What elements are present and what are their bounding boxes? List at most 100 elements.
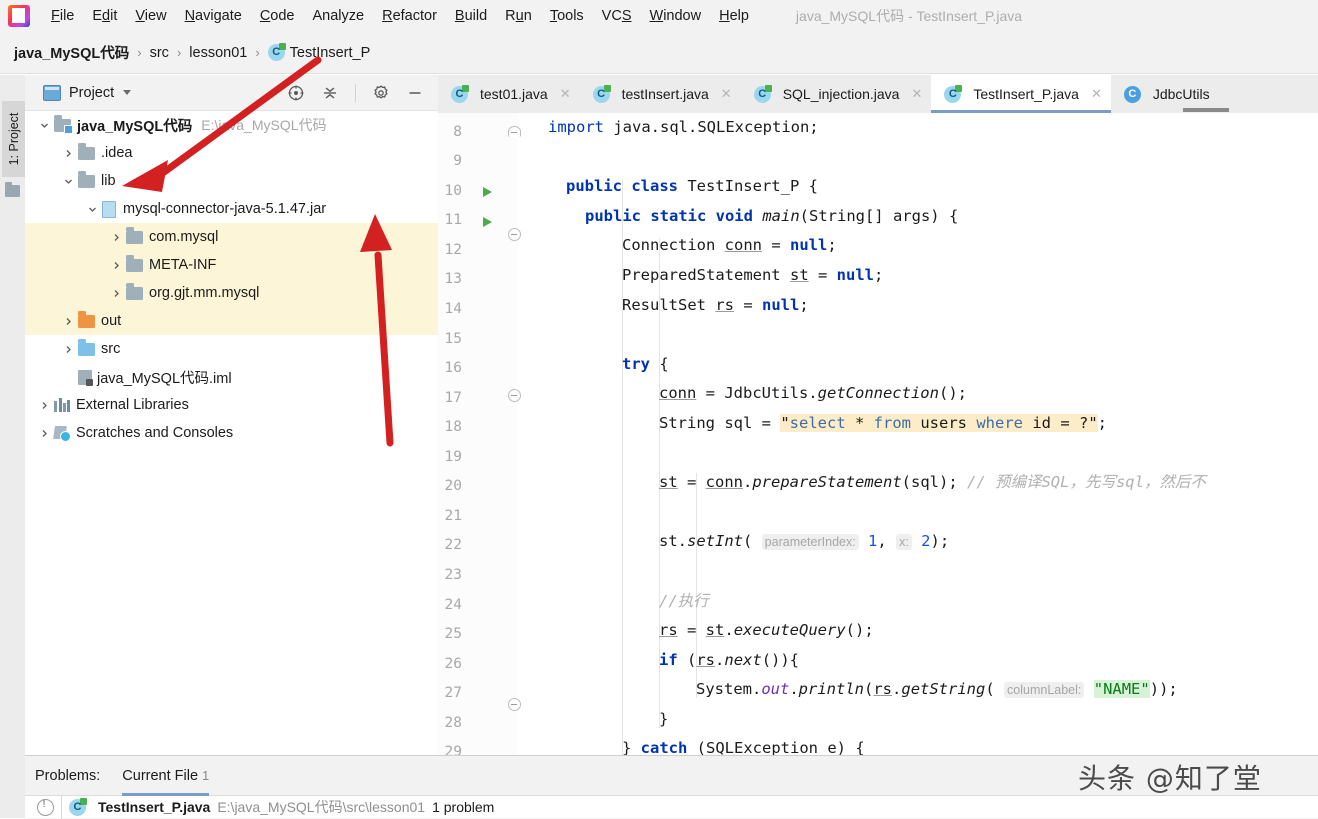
project-panel-toolbar <box>287 83 432 102</box>
tree-row-mysql-connector-jar[interactable]: mysql-connector-java-5.1.47.jar <box>25 195 438 223</box>
breadcrumb-item-class[interactable]: TestInsert_P <box>290 45 371 61</box>
chevron-right-icon[interactable] <box>39 428 50 439</box>
code-line-29: } catch (SQLException e) { <box>622 739 865 755</box>
menu-navigate[interactable]: Navigate <box>176 0 251 32</box>
menu-run[interactable]: Run <box>496 0 541 32</box>
code-line-10: public class TestInsert_P { <box>566 177 818 195</box>
tab-current-file[interactable]: Current File 1 <box>122 756 209 796</box>
chevron-right-icon[interactable] <box>63 344 74 355</box>
tree-label: Scratches and Consoles <box>76 425 234 441</box>
line-number: 26 <box>444 656 462 672</box>
watermark: 头条 @知了堂 <box>1078 762 1262 795</box>
chevron-down-icon[interactable] <box>87 204 98 215</box>
code-line-24: //执行 <box>659 587 709 617</box>
folder-icon <box>78 143 95 160</box>
menu-refactor[interactable]: Refactor <box>373 0 446 32</box>
close-icon[interactable]: ✕ <box>721 86 732 102</box>
tree-row-scratches-and-consoles[interactable]: Scratches and Consoles <box>25 419 438 447</box>
menu-file[interactable]: FFileile <box>42 0 83 32</box>
iml-file-icon <box>78 369 93 386</box>
collapse-all-icon[interactable] <box>321 84 339 102</box>
tree-row-org-gjt-mm-mysql[interactable]: org.gjt.mm.mysql <box>25 279 438 307</box>
code-content[interactable]: import java.sql.SQLException; public cla… <box>518 113 1318 755</box>
code-line-22: st.setInt( parameterIndex: 1, x: 2); <box>659 532 950 550</box>
project-tree[interactable]: java_MySQL代码 E:\java_MySQL代码 .idea lib m… <box>25 111 438 755</box>
breadcrumb-item-project[interactable]: java_MySQL代码 <box>14 42 129 63</box>
tree-label: org.gjt.mm.mysql <box>149 285 260 301</box>
line-number: 21 <box>444 508 462 524</box>
line-number: 17 <box>444 390 462 406</box>
folder-icon <box>126 283 143 300</box>
editor-tab-test01[interactable]: test01.java ✕ <box>438 75 580 113</box>
close-icon[interactable]: ✕ <box>560 86 571 102</box>
chevron-right-icon[interactable] <box>111 260 122 271</box>
chevron-right-icon[interactable] <box>111 288 122 299</box>
breadcrumb-item-lesson01[interactable]: lesson01 <box>189 45 247 61</box>
code-line-12: Connection conn = null; <box>622 236 837 254</box>
close-icon[interactable]: ✕ <box>911 86 922 102</box>
chevron-down-icon[interactable] <box>123 90 132 95</box>
code-line-27: System.out.println(rs.getString( columnL… <box>696 680 1178 698</box>
editor-gutter[interactable]: 8 9 10 11 12 13 14 15 16 17 18 19 20 21 … <box>438 113 521 755</box>
tree-label: java_MySQL代码.iml <box>97 370 232 387</box>
chevron-right-icon[interactable] <box>111 232 122 243</box>
menu-view[interactable]: View <box>126 0 175 32</box>
locate-icon[interactable] <box>287 84 305 102</box>
project-panel-header: Project <box>25 75 438 111</box>
chevron-down-icon[interactable] <box>63 176 74 187</box>
editor-tab-testinsert-p[interactable]: TestInsert_P.java ✕ <box>931 75 1111 113</box>
chevron-right-icon[interactable] <box>39 400 50 411</box>
chevron-right-icon[interactable] <box>63 148 74 159</box>
menu-tools[interactable]: Tools <box>541 0 593 32</box>
close-icon[interactable]: ✕ <box>1091 86 1102 102</box>
code-comment-line-20: // 预编译SQL，先写sql，然后不 <box>966 473 1206 491</box>
menu-vcs[interactable]: VCS <box>593 0 641 32</box>
tab-scrollbar[interactable] <box>1183 108 1229 112</box>
tool-window-button-project[interactable]: 1: Project <box>2 101 26 177</box>
tree-row-iml-file[interactable]: java_MySQL代码.iml <box>25 363 438 391</box>
inlay-hint-x: x: <box>896 534 912 550</box>
tree-row-external-libraries[interactable]: External Libraries <box>25 391 438 419</box>
code-line-25: rs = st.executeQuery(); <box>659 621 874 639</box>
tree-label: META-INF <box>149 257 217 273</box>
menu-analyze[interactable]: Analyze <box>304 0 374 32</box>
line-number: 29 <box>444 744 462 755</box>
code-line-16: try { <box>622 355 669 373</box>
tree-row-com-mysql[interactable]: com.mysql <box>25 223 438 251</box>
breadcrumb: java_MySQL代码 › src › lesson01 › TestInse… <box>0 32 1318 74</box>
problems-row[interactable]: TestInsert_P.java E:\java_MySQL代码\src\le… <box>25 796 1318 818</box>
line-number: 15 <box>444 331 462 347</box>
java-class-icon <box>592 84 611 103</box>
breadcrumb-item-src[interactable]: src <box>150 45 169 61</box>
chevron-down-icon[interactable] <box>39 120 50 131</box>
tree-row-out[interactable]: out <box>25 307 438 335</box>
chevron-right-icon[interactable] <box>63 316 74 327</box>
problem-file-name: TestInsert_P.java <box>98 799 211 815</box>
tree-row-meta-inf[interactable]: META-INF <box>25 251 438 279</box>
menu-help[interactable]: Help <box>710 0 758 32</box>
gear-icon[interactable] <box>372 84 390 102</box>
menu-build[interactable]: Build <box>446 0 496 32</box>
code-line-13: PreparedStatement st = null; <box>622 266 884 284</box>
menu-window[interactable]: Window <box>641 0 711 32</box>
tree-row-src[interactable]: src <box>25 335 438 363</box>
run-class-icon[interactable] <box>483 187 492 197</box>
line-number: 11 <box>444 212 462 228</box>
tree-row-idea[interactable]: .idea <box>25 139 438 167</box>
menu-code[interactable]: Code <box>251 0 304 32</box>
tree-row-project-root[interactable]: java_MySQL代码 E:\java_MySQL代码 <box>25 111 438 139</box>
tree-row-lib[interactable]: lib <box>25 167 438 195</box>
minimize-icon[interactable] <box>406 84 424 102</box>
editor-tab-label: TestInsert_P.java <box>973 86 1079 102</box>
menu-edit[interactable]: Edit <box>83 0 126 32</box>
inlay-hint-parameterindex: parameterIndex: <box>761 534 859 550</box>
run-method-icon[interactable] <box>483 217 492 227</box>
tree-label: com.mysql <box>149 229 219 245</box>
editor-tab-testinsert[interactable]: testInsert.java ✕ <box>579 75 741 113</box>
jar-file-icon <box>102 200 116 218</box>
libraries-icon <box>54 398 70 412</box>
toolbar-divider <box>355 83 356 102</box>
line-number: 18 <box>444 419 462 435</box>
editor-tab-sql-injection[interactable]: SQL_injection.java ✕ <box>740 75 932 113</box>
code-editor[interactable]: 8 9 10 11 12 13 14 15 16 17 18 19 20 21 … <box>438 113 1318 755</box>
